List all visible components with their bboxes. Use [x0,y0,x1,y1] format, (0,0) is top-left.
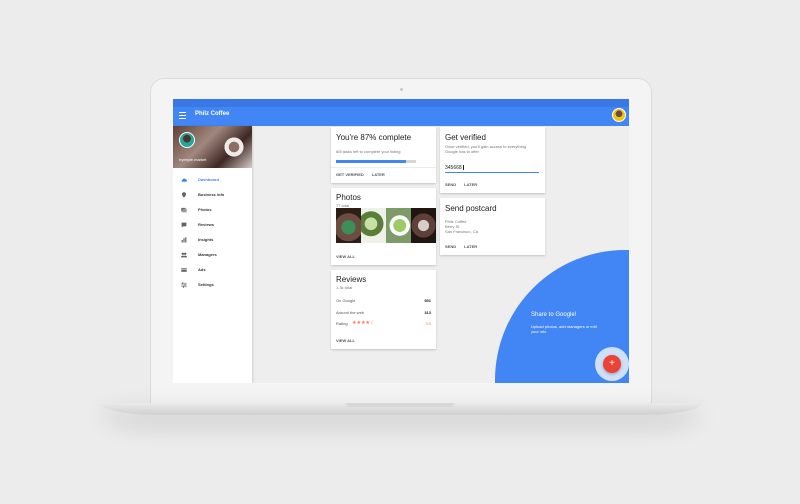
sidebar-item-dashboard[interactable]: Dashboard [173,172,252,187]
divider [331,167,436,168]
photo-strip [336,208,436,243]
camera [400,88,403,91]
progress-card: You're 87% complete 6/8 tasks left to co… [331,127,436,183]
verification-code-input[interactable]: 345668 [445,164,539,173]
verify-card: Get verified Once verified, you'll gain … [440,127,545,193]
review-label: Rating [336,321,348,326]
sidebar-item-label: Managers [198,252,217,257]
photo-thumbnail[interactable] [361,208,386,243]
reviews-actions: VIEW ALL [336,338,355,343]
verify-actions: SEND LATER [445,182,477,187]
review-value: 313 [424,310,431,315]
view-all-reviews-button[interactable]: VIEW ALL [336,338,355,343]
sidebar-item-label: Ads [198,267,206,272]
progress-actions: GET VERIFIED LATER [336,172,385,177]
review-row: Rating ★★★★☆ 3.5 [336,320,431,329]
app-title: Philz Coffee [195,111,230,117]
screen: Philz Coffee hyeeple.market Dashboard Bu… [173,99,629,383]
verify-title: Get verified [445,133,486,142]
reviews-title: Reviews [336,275,367,284]
later-button[interactable]: LATER [464,182,477,187]
sidebar-item-label: Settings [198,282,214,287]
coffee-cup-image [221,136,247,158]
sliders-icon [181,281,187,288]
reviews-card: Reviews 1.3k total On Google 951 Around … [331,270,436,349]
people-icon [181,252,187,257]
later-button[interactable]: LATER [372,172,385,177]
app-bar: Philz Coffee [173,99,629,126]
sidebar-item-photos[interactable]: Photos [173,202,252,217]
bar-chart-icon [181,236,187,242]
sidebar-item-label: Reviews [198,222,215,227]
review-row: Around the web 313 [336,310,431,318]
photo-thumbnail[interactable] [411,208,436,243]
laptop-notch [346,403,454,407]
cover-photo: hyeeple.market [173,126,252,168]
sidebar-nav: Dashboard Business info Photos Reviews I… [173,172,252,292]
get-verified-button[interactable]: GET VERIFIED [336,172,364,177]
ads-icon [181,267,187,272]
review-value: 951 [424,298,431,303]
business-avatar[interactable] [179,132,195,148]
menu-icon[interactable] [179,112,186,119]
view-all-photos-button[interactable]: VIEW ALL [336,254,355,259]
sidebar-item-label: Dashboard [198,177,219,182]
send-postcard-button[interactable]: SEND [445,244,456,249]
business-handle: hyeeple.market [179,157,207,162]
add-fab-button[interactable]: + [603,355,621,373]
address-block: Philz Coffee Berry St San Francisco, CA [445,219,478,234]
text-caret [462,165,464,171]
star-rating: ★★★★☆ [352,320,375,326]
sidebar-item-settings[interactable]: Settings [173,277,252,292]
sidebar-item-reviews[interactable]: Reviews [173,217,252,232]
review-label: On Google [336,298,356,303]
postcard-title: Send postcard [445,204,497,213]
sidebar-item-label: Business info [198,192,225,197]
share-title: Share to Google! [531,312,577,318]
share-text: Upload photos, add managers or edit your… [531,324,597,334]
reviews-icon [181,222,187,227]
photo-thumbnail[interactable] [336,208,361,243]
rating-value: 3.5 [425,321,431,326]
sidebar-item-ads[interactable]: Ads [173,262,252,277]
cloud-icon [181,177,187,182]
location-pin-icon [182,191,186,198]
photos-icon [181,207,187,212]
user-avatar[interactable] [612,108,626,122]
postcard-actions: SEND LATER [445,244,477,249]
verify-subtitle: Once verified, you'll gain access to eve… [445,144,527,154]
sidebar-item-business-info[interactable]: Business info [173,187,252,202]
sidebar-item-insights[interactable]: Insights [173,232,252,247]
later-button[interactable]: LATER [464,244,477,249]
sidebar: hyeeple.market Dashboard Business info P… [173,126,252,383]
status-strip [173,99,629,107]
review-label: Around the web [336,310,365,315]
sidebar-item-label: Photos [198,207,212,212]
photo-thumbnail[interactable] [386,208,411,243]
sidebar-item-label: Insights [198,237,214,242]
reviews-count: 1.3k total [336,285,353,290]
photos-title: Photos [336,193,361,202]
input-value: 345668 [445,165,462,171]
progress-title: You're 87% complete [336,133,412,142]
postcard-card: Send postcard Philz Coffee Berry St San … [440,198,545,255]
photos-card: Photos 77 total VIEW ALL [331,188,436,265]
progress-bar [336,160,416,163]
progress-bar-fill [336,160,406,163]
photos-actions: VIEW ALL [336,254,355,259]
address-line: San Francisco, CA [445,229,479,234]
review-row: On Google 951 [336,298,431,306]
send-code-button[interactable]: SEND [445,182,456,187]
sidebar-item-managers[interactable]: Managers [173,247,252,262]
progress-subtitle: 6/8 tasks left to complete your listing [336,149,401,154]
